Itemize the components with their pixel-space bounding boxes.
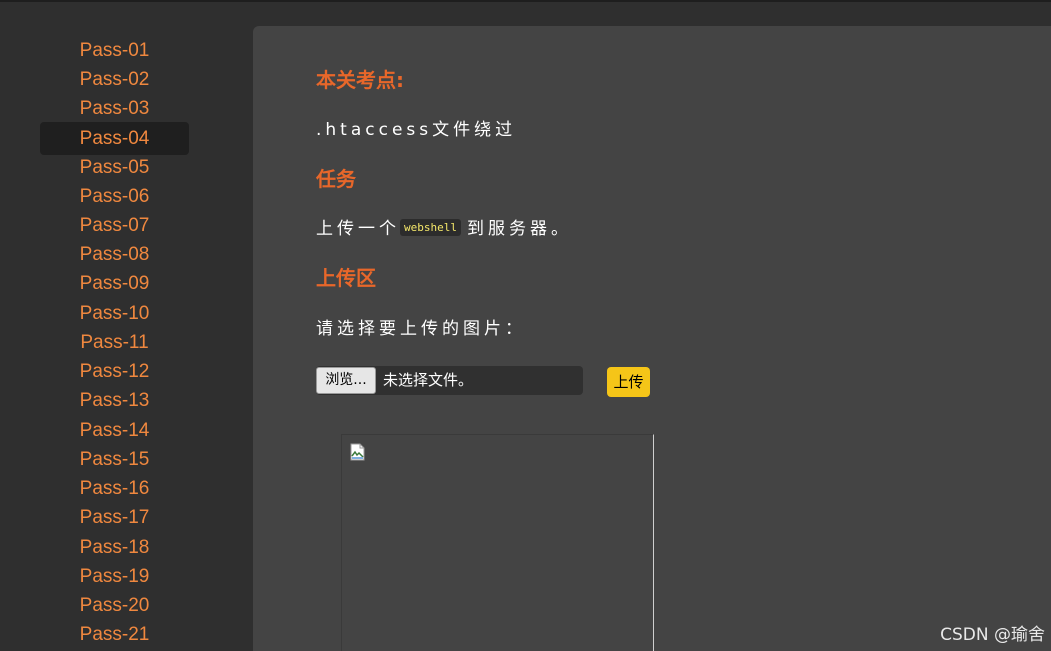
sidebar-item-pass-20[interactable]: Pass-20 (40, 591, 189, 620)
task-text-before: 上传一个 (316, 219, 400, 239)
sidebar-item-pass-13[interactable]: Pass-13 (40, 386, 189, 415)
task-heading: 任务 (316, 167, 356, 191)
sidebar-item-pass-07[interactable]: Pass-07 (40, 211, 189, 240)
file-status-text: 未选择文件。 (383, 371, 474, 389)
upload-button[interactable]: 上传 (607, 367, 650, 397)
task-text: 上传一个 webshell 到服务器。 (316, 214, 572, 239)
sidebar-item-pass-15[interactable]: Pass-15 (40, 445, 189, 474)
watermark: CSDN @瑜舍 (940, 625, 1045, 645)
sidebar-item-pass-06[interactable]: Pass-06 (40, 182, 189, 211)
browse-button[interactable]: 浏览... (316, 367, 376, 394)
sidebar-item-pass-12[interactable]: Pass-12 (40, 357, 189, 386)
file-input[interactable]: 浏览... 未选择文件。 (316, 366, 583, 395)
sidebar-item-pass-04[interactable]: Pass-04 (40, 122, 189, 155)
image-preview (341, 434, 654, 651)
sidebar-item-pass-19[interactable]: Pass-19 (40, 562, 189, 591)
sidebar-item-pass-08[interactable]: Pass-08 (40, 240, 189, 269)
sidebar-item-pass-03[interactable]: Pass-03 (40, 94, 189, 123)
task-text-after: 到服务器。 (466, 219, 572, 239)
sidebar-item-pass-09[interactable]: Pass-09 (40, 269, 189, 298)
webshell-code: webshell (400, 218, 461, 236)
upload-prompt: 请选择要上传的图片： (316, 319, 526, 339)
sidebar-item-pass-02[interactable]: Pass-02 (40, 65, 189, 94)
sidebar-item-pass-21[interactable]: Pass-21 (40, 620, 189, 649)
sidebar: Pass-01 Pass-02 Pass-03 Pass-04 Pass-05 … (0, 2, 253, 651)
broken-image-icon (350, 443, 366, 465)
point-heading: 本关考点: (316, 68, 404, 92)
sidebar-item-pass-01[interactable]: Pass-01 (40, 36, 189, 65)
upload-heading: 上传区 (316, 266, 376, 290)
sidebar-item-pass-16[interactable]: Pass-16 (40, 474, 189, 503)
sidebar-item-pass-10[interactable]: Pass-10 (40, 299, 189, 328)
sidebar-item-pass-11[interactable]: Pass-11 (40, 328, 189, 357)
sidebar-item-pass-05[interactable]: Pass-05 (40, 153, 189, 182)
sidebar-item-pass-17[interactable]: Pass-17 (40, 503, 189, 532)
sidebar-item-pass-14[interactable]: Pass-14 (40, 416, 189, 445)
content-panel: 本关考点: .htaccess文件绕过 任务 上传一个 webshell 到服务器。… (253, 26, 1051, 651)
sidebar-item-pass-18[interactable]: Pass-18 (40, 533, 189, 562)
point-text: .htaccess文件绕过 (316, 120, 517, 140)
